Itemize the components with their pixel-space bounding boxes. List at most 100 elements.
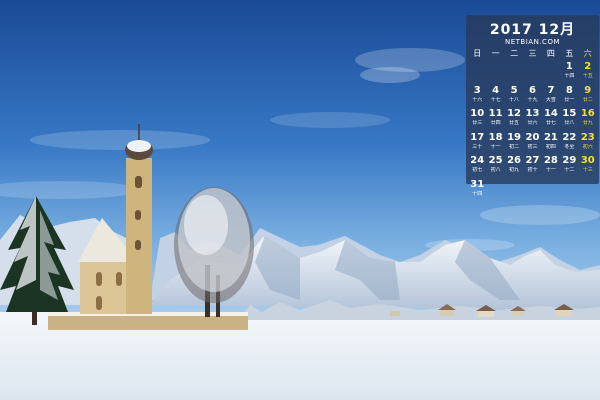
calendar-day-cell: 16 廿九 (579, 107, 597, 131)
calendar-day-cell: 31 十四 (468, 178, 486, 202)
calendar-day-cell: 14 廿七 (542, 107, 560, 131)
calendar-lunar-date: 初四 (545, 143, 556, 150)
desktop-calendar-overlay: 2017 12月 NETBIAN.COM 日 一 二 三 四 五 六 1 十四 2 十… (466, 15, 599, 197)
calendar-day-number: 25 (488, 155, 503, 166)
calendar-day-cell: 21 初四 (542, 131, 560, 155)
calendar-lunar-date: 廿一 (564, 96, 575, 103)
calendar-day-cell: 7 大雪 (542, 84, 560, 108)
calendar-day-number: 21 (543, 131, 558, 143)
calendar-lunar-date: 十七 (490, 96, 501, 103)
calendar-day-cell: 6 十九 (523, 84, 541, 108)
calendar-day-cell: 20 初三 (523, 131, 541, 155)
calendar-day-cell: 27 初十 (523, 154, 541, 178)
calendar-day-cell: 12 廿五 (505, 107, 523, 131)
calendar-day-number: 29 (562, 155, 577, 166)
calendar-lunar-date: 廿三 (472, 120, 483, 126)
calendar-day-cell: 19 初二 (505, 131, 523, 155)
calendar-day-cell: 5 十八 (505, 84, 523, 108)
calendar-lunar-date: 十八 (509, 96, 520, 103)
calendar-day-number: 2 (584, 61, 592, 72)
calendar-day-number: 19 (507, 131, 522, 143)
calendar-lunar-date: 初九 (509, 167, 520, 173)
calendar-day-number: 16 (580, 108, 595, 119)
calendar-lunar-date: 廿二 (582, 96, 593, 103)
calendar-day-cell: 28 十一 (542, 154, 560, 178)
calendar-lunar-date: 廿九 (582, 120, 593, 126)
calendar-day-cell: 22 冬至 (560, 131, 578, 155)
calendar-day-number: 17 (470, 131, 485, 143)
calendar-day-cell: 26 初九 (505, 154, 523, 178)
weekday-header: 二 (510, 49, 519, 58)
calendar-day-number: 22 (562, 131, 577, 143)
calendar-lunar-date: 廿六 (527, 120, 538, 126)
calendar-lunar-date: 初二 (509, 143, 520, 150)
calendar-lunar-date: 廿四 (490, 120, 501, 126)
calendar-lunar-date: 廿七 (545, 120, 556, 126)
calendar-day-cell: 23 初六 (579, 131, 597, 155)
calendar-lunar-date: 十五 (582, 73, 593, 79)
calendar-lunar-date: 十四 (564, 73, 575, 79)
weekday-header: 三 (528, 49, 537, 58)
calendar-lunar-date: 初七 (472, 167, 483, 173)
weekday-header: 四 (546, 49, 555, 58)
calendar-day-number: 4 (492, 84, 500, 96)
calendar-day-cell: 3 十六 (468, 84, 486, 108)
calendar-day-number: 14 (543, 108, 558, 119)
calendar-day-number: 31 (470, 178, 485, 190)
calendar-day-number: 28 (543, 155, 558, 166)
calendar-day-number: 13 (525, 108, 540, 119)
calendar-day-number: 11 (488, 108, 503, 119)
calendar-day-number: 26 (507, 155, 522, 166)
calendar-day-cell: 24 初七 (468, 154, 486, 178)
calendar-lunar-date: 十二 (564, 167, 575, 173)
calendar-day-cell: 25 初八 (486, 154, 504, 178)
calendar-lunar-date: 三十 (472, 143, 483, 150)
calendar-lunar-date: 初十 (527, 167, 538, 173)
calendar-lunar-date: 十一 (545, 167, 556, 173)
calendar-lunar-date: 十三 (582, 167, 593, 173)
calendar-lunar-date: 初八 (490, 167, 501, 173)
calendar-day-cell: 18 十一 (486, 131, 504, 155)
calendar-day-cell: 1 十四 (560, 60, 578, 84)
calendar-day-cell: 13 廿六 (523, 107, 541, 131)
calendar-lunar-date: 十六 (472, 96, 483, 103)
weekday-header: 一 (491, 49, 500, 58)
calendar-grid: 日 一 二 三 四 五 六 1 十四 2 十五 3 十六 4 十七 5 十八 6 十九 7 大雪 8 廿一 9 廿… (468, 48, 597, 201)
calendar-day-cell: 17 三十 (468, 131, 486, 155)
calendar-day-cell: 15 廿八 (560, 107, 578, 131)
calendar-day-number: 24 (470, 155, 485, 166)
calendar-day-cell: 29 十二 (560, 154, 578, 178)
calendar-day-number: 7 (547, 84, 555, 96)
calendar-lunar-date: 十四 (472, 190, 483, 197)
calendar-lunar-date: 廿五 (509, 120, 520, 126)
weekday-header: 五 (565, 49, 574, 58)
calendar-day-number: 20 (525, 131, 540, 143)
calendar-lunar-date: 初三 (527, 143, 538, 150)
calendar-day-cell: 9 廿二 (579, 84, 597, 108)
calendar-day-number: 6 (529, 84, 536, 96)
calendar-lunar-date: 十一 (490, 143, 501, 150)
calendar-title: 2017 12月 (489, 22, 576, 38)
calendar-day-number: 12 (507, 108, 522, 119)
calendar-lunar-date: 初六 (582, 143, 593, 150)
calendar-day-cell: 10 廿三 (468, 107, 486, 131)
calendar-day-number: 9 (584, 84, 592, 96)
calendar-lunar-date: 十九 (527, 96, 538, 103)
calendar-day-cell: 30 十三 (579, 154, 597, 178)
calendar-day-number: 3 (473, 84, 481, 96)
calendar-day-number: 15 (562, 108, 577, 119)
calendar-day-number: 8 (565, 84, 573, 96)
weekday-header: 日 (473, 49, 482, 58)
calendar-day-cell: 2 十五 (579, 60, 597, 84)
calendar-day-number: 1 (565, 61, 573, 72)
calendar-day-number: 30 (580, 155, 595, 166)
calendar-day-number: 10 (470, 108, 485, 119)
calendar-lunar-date: 大雪 (545, 96, 556, 103)
calendar-lunar-date: 冬至 (564, 143, 575, 150)
calendar-day-number: 5 (510, 84, 518, 96)
calendar-day-number: 27 (525, 155, 540, 166)
calendar-lunar-date: 廿八 (564, 120, 575, 126)
calendar-day-number: 18 (488, 131, 503, 143)
calendar-site-label: NETBIAN.COM (505, 38, 560, 46)
calendar-day-cell: 11 廿四 (486, 107, 504, 131)
